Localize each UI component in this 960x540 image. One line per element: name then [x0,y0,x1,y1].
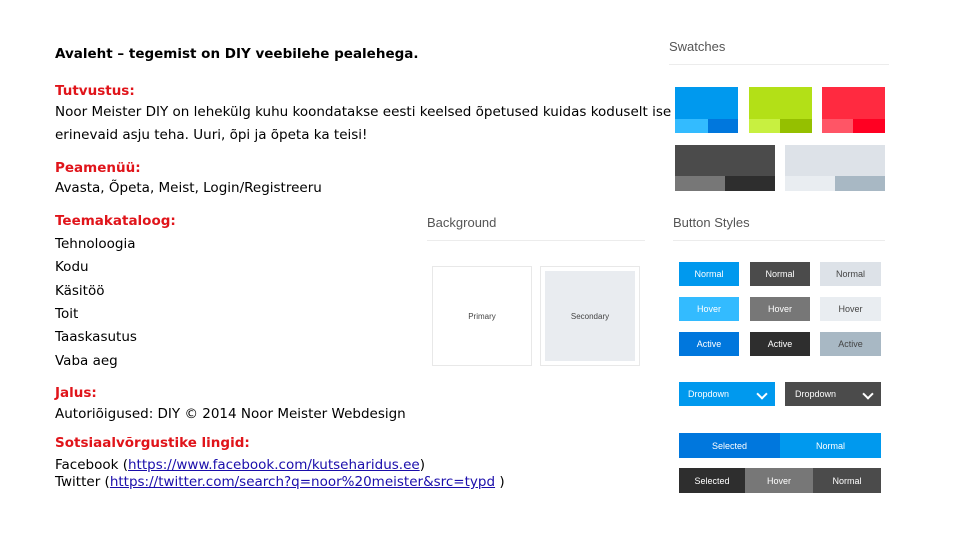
blue-hover-button[interactable]: Hover [679,297,739,321]
background-primary-label: Primary [468,311,496,321]
dark-hover-button[interactable]: Hover [750,297,810,321]
twitter-prefix: Twitter ( [55,474,110,490]
dark-segment-normal[interactable]: Normal [813,468,881,493]
footer-text: Autoriõigused: DIY © 2014 Noor Meister W… [55,406,406,422]
intro-label: Tutvustus: [55,83,135,99]
button-styles-title: Button Styles [673,215,750,230]
catalog-item: Käsitöö [55,283,105,299]
swatch-darkgray-dark [725,176,775,191]
dark-normal-button[interactable]: Normal [750,262,810,286]
swatch-red-light [822,119,853,133]
blue-dropdown[interactable]: Dropdown [679,382,775,406]
swatches-divider [669,64,889,65]
swatch-blue-light [675,119,708,133]
blue-segment-normal[interactable]: Normal [780,433,881,458]
facebook-suffix: ) [419,457,425,473]
dark-active-button[interactable]: Active [750,332,810,356]
light-hover-button[interactable]: Hover [820,297,881,321]
dark-dropdown[interactable]: Dropdown [785,382,881,406]
catalog-item: Vaba aeg [55,353,118,369]
social-label: Sotsiaalvõrgustike lingid: [55,435,250,451]
swatch-green-dark [780,119,812,133]
swatch-lightgray [785,145,885,191]
swatch-blue [675,87,738,133]
dark-segment-hover[interactable]: Hover [745,468,813,493]
intro-line-1: Noor Meister DIY on lehekülg kuhu koonda… [55,104,672,120]
dark-dropdown-label: Dropdown [795,389,837,399]
light-normal-button[interactable]: Normal [820,262,881,286]
facebook-link[interactable]: https://www.facebook.com/kutseharidus.ee [128,457,420,473]
menu-items: Avasta, Õpeta, Meist, Login/Registreeru [55,180,322,196]
swatch-lightgray-light [785,176,835,191]
background-secondary: Secondary [540,266,640,366]
dark-segment-selected[interactable]: Selected [679,468,745,493]
swatch-blue-dark [708,119,738,133]
facebook-prefix: Facebook ( [55,457,128,473]
background-secondary-fill: Secondary [545,271,635,361]
swatch-darkgray-light [675,176,725,191]
catalog-item: Kodu [55,259,89,275]
page-heading: Avaleht – tegemist on DIY veebilehe peal… [55,46,419,62]
background-divider [427,240,645,241]
swatches-title: Swatches [669,39,726,54]
menu-label: Peamenüü: [55,160,141,176]
swatch-green [749,87,812,133]
blue-dropdown-label: Dropdown [688,389,730,399]
swatch-red [822,87,885,133]
swatch-green-light [749,119,780,133]
intro-line-2: erinevaid asju teha. Uuri, õpi ja õpeta … [55,127,368,143]
catalog-item: Taaskasutus [55,329,137,345]
background-primary: Primary [432,266,532,366]
chevron-down-icon [756,388,768,400]
blue-active-button[interactable]: Active [679,332,739,356]
swatch-lightgray-dark [835,176,885,191]
light-active-button[interactable]: Active [820,332,881,356]
blue-segment-selected[interactable]: Selected [679,433,780,458]
blue-normal-button[interactable]: Normal [679,262,739,286]
background-title: Background [427,215,497,230]
catalog-item: Tehnoloogia [55,236,136,252]
footer-label: Jalus: [55,385,97,401]
twitter-line: Twitter (https://twitter.com/search?q=no… [55,474,505,491]
twitter-suffix: ) [495,474,505,490]
catalog-item: Toit [55,306,79,322]
chevron-down-icon [862,388,874,400]
swatch-darkgray [675,145,775,191]
facebook-line: Facebook (https://www.facebook.com/kutse… [55,457,425,474]
button-styles-divider [673,240,885,241]
catalog-label: Teemakataloog: [55,213,176,229]
twitter-link[interactable]: https://twitter.com/search?q=noor%20meis… [110,474,495,490]
background-secondary-label: Secondary [570,311,610,321]
swatch-red-dark [853,119,885,133]
